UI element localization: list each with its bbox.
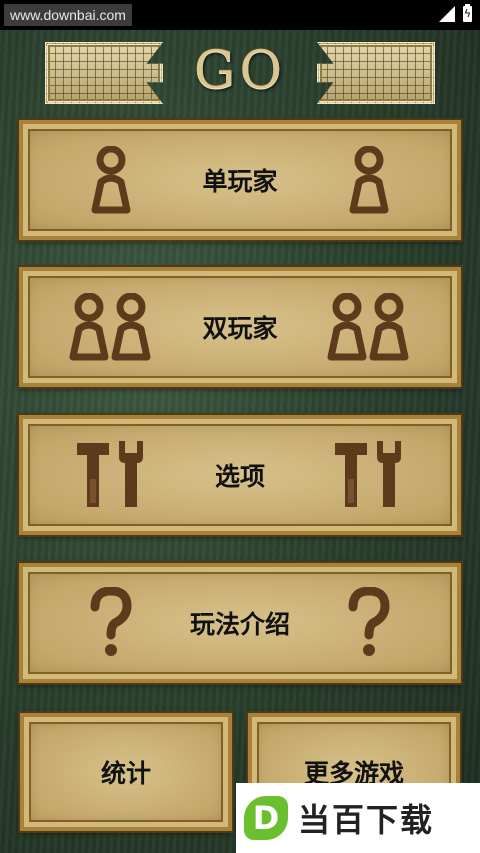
tools-icon [333, 439, 405, 511]
statistics-label: 统计 [100, 759, 151, 788]
signal-icon [439, 6, 455, 22]
single-player-label: 单玩家 [202, 167, 278, 196]
status-bar: www.downbai.com [0, 0, 480, 30]
watermark-url: www.downbai.com [4, 4, 132, 26]
two-player-button[interactable]: 双玩家 [17, 265, 463, 389]
status-icons [439, 4, 472, 22]
single-person-icon [349, 146, 389, 214]
how-to-play-label: 玩法介绍 [189, 610, 290, 639]
header: GO [45, 38, 435, 104]
promo-text: 当百下载 [298, 801, 435, 839]
promo-watermark: D 当百下载 [236, 783, 480, 853]
two-persons-icon [327, 293, 411, 361]
how-to-play-button[interactable]: 玩法介绍 [17, 561, 463, 685]
battery-charging-icon [463, 4, 472, 22]
single-player-button[interactable]: 单玩家 [17, 118, 463, 242]
options-button[interactable]: 选项 [17, 413, 463, 537]
statistics-button[interactable]: 统计 [18, 711, 234, 833]
game-title: GO [193, 41, 287, 101]
promo-logo-icon: D [244, 796, 288, 840]
question-mark-icon [347, 587, 391, 659]
go-board-ornament-right-icon [317, 42, 435, 104]
go-board-ornament-left-icon [45, 42, 163, 104]
